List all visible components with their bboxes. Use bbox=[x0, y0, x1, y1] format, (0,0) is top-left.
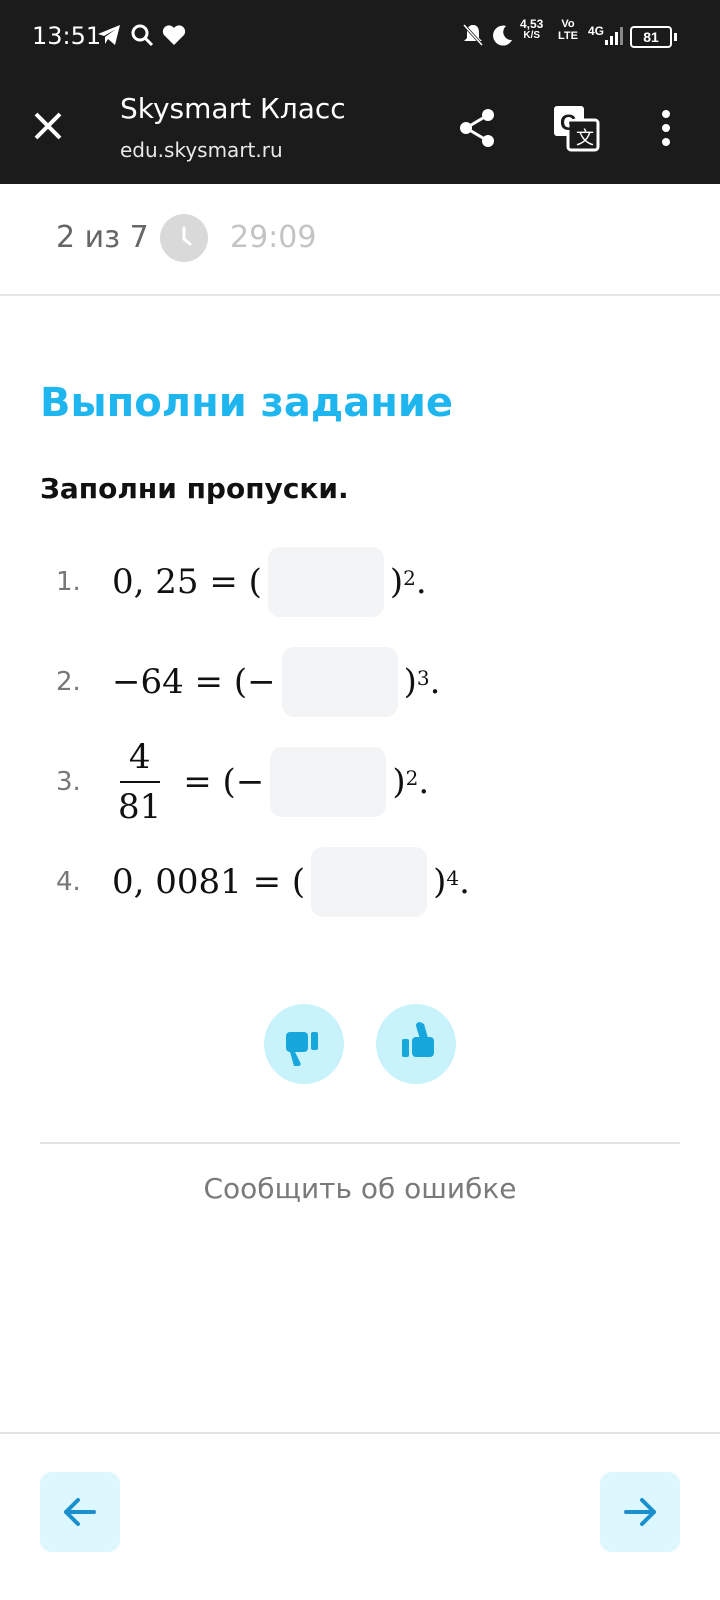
expression-close: ) bbox=[392, 762, 406, 802]
item-expression: 4 81 = (− ) 2. bbox=[112, 737, 429, 827]
exponent: 2 bbox=[403, 566, 416, 590]
arrow-left-icon bbox=[64, 1498, 96, 1526]
heart-icon bbox=[162, 22, 186, 48]
period: . bbox=[418, 762, 430, 802]
search-icon bbox=[130, 22, 154, 48]
more-menu-icon[interactable] bbox=[656, 106, 676, 150]
thumbs-down-icon bbox=[286, 1032, 318, 1066]
period: . bbox=[415, 562, 427, 602]
expression-close: ) bbox=[403, 662, 417, 702]
prev-button[interactable] bbox=[40, 1472, 120, 1552]
item-number: 4. bbox=[56, 867, 81, 897]
speed-unit: K/S bbox=[523, 30, 541, 41]
period: . bbox=[459, 862, 470, 902]
expression-lhs: 0, 25 = ( bbox=[112, 562, 262, 602]
answer-input-2[interactable] bbox=[281, 647, 398, 717]
task-instruction: Заполни пропуски. bbox=[40, 472, 349, 505]
answer-input-4[interactable] bbox=[311, 847, 428, 917]
bell-off-icon bbox=[462, 22, 484, 48]
item-expression: 0, 25 = ( ) 2. bbox=[112, 547, 427, 617]
custom-tab-bar: Skysmart Класс edu.skysmart.ru G文 bbox=[0, 72, 720, 184]
period: . bbox=[429, 662, 441, 702]
item-number: 3. bbox=[56, 767, 81, 797]
like-button[interactable] bbox=[376, 1004, 456, 1084]
expression-close: ) bbox=[389, 562, 404, 602]
divider bbox=[0, 1432, 720, 1434]
volte-bottom: LTE bbox=[558, 30, 578, 42]
item-expression: −64 = (− ) 3. bbox=[112, 647, 440, 717]
status-time: 13:51 bbox=[32, 22, 102, 50]
fraction-numerator: 4 bbox=[128, 737, 151, 777]
share-icon[interactable] bbox=[456, 106, 500, 150]
clock-icon bbox=[160, 214, 208, 262]
network-speed: 4,53 K/S bbox=[520, 18, 543, 44]
battery-icon: 81 bbox=[630, 24, 677, 50]
moon-icon bbox=[492, 22, 514, 48]
translate-icon[interactable]: G文 bbox=[552, 104, 600, 152]
status-bar: 13:51 4,53 K/S Vo LTE 4G 81 bbox=[0, 0, 720, 72]
item-number: 2. bbox=[56, 667, 81, 697]
task-progress: 2 из 7 29:09 bbox=[0, 184, 720, 296]
task-counter: 2 из 7 bbox=[56, 220, 149, 255]
task-item: 1. 0, 25 = ( ) 2. bbox=[56, 546, 427, 618]
task-item: 3. 4 81 = (− ) 2. bbox=[56, 737, 429, 827]
speed-value: 4,53 bbox=[520, 17, 544, 31]
thumbs-up-icon bbox=[402, 1022, 434, 1057]
divider bbox=[40, 1142, 680, 1144]
exponent: 4 bbox=[446, 866, 460, 890]
close-icon[interactable] bbox=[28, 106, 68, 146]
expression-close: ) bbox=[433, 862, 447, 902]
network-type: 4G bbox=[588, 24, 605, 38]
volte-indicator: Vo LTE bbox=[558, 18, 578, 44]
fraction: 4 81 bbox=[112, 737, 167, 827]
next-button[interactable] bbox=[600, 1472, 680, 1552]
answer-input-1[interactable] bbox=[267, 547, 384, 617]
page-url: edu.skysmart.ru bbox=[120, 138, 283, 162]
dislike-button[interactable] bbox=[264, 1004, 344, 1084]
battery-level: 81 bbox=[630, 26, 672, 48]
report-error-link[interactable]: Сообщить об ошибке bbox=[0, 1172, 720, 1205]
page-title: Skysmart Класс bbox=[120, 92, 346, 125]
signal-icon bbox=[604, 22, 626, 48]
task-heading: Выполни задание bbox=[40, 380, 453, 426]
expression-lhs: 0, 0081 = ( bbox=[112, 862, 306, 902]
expression-lhs: = (− bbox=[183, 762, 265, 802]
timer: 29:09 bbox=[230, 220, 317, 255]
exponent: 3 bbox=[416, 666, 430, 690]
arrow-right-icon bbox=[624, 1498, 656, 1526]
item-number: 1. bbox=[56, 567, 81, 597]
answer-input-3[interactable] bbox=[270, 747, 387, 817]
task-item: 2. −64 = (− ) 3. bbox=[56, 646, 440, 718]
fraction-denominator: 81 bbox=[118, 787, 162, 827]
item-expression: 0, 0081 = ( ) 4. bbox=[112, 847, 470, 917]
expression-lhs: −64 = (− bbox=[112, 662, 276, 702]
volte-top: Vo bbox=[561, 18, 575, 30]
svg-text:文: 文 bbox=[576, 128, 594, 149]
task-item: 4. 0, 0081 = ( ) 4. bbox=[56, 846, 470, 918]
svg-text:G: G bbox=[560, 110, 577, 135]
exponent: 2 bbox=[405, 766, 419, 790]
telegram-icon bbox=[96, 22, 122, 48]
